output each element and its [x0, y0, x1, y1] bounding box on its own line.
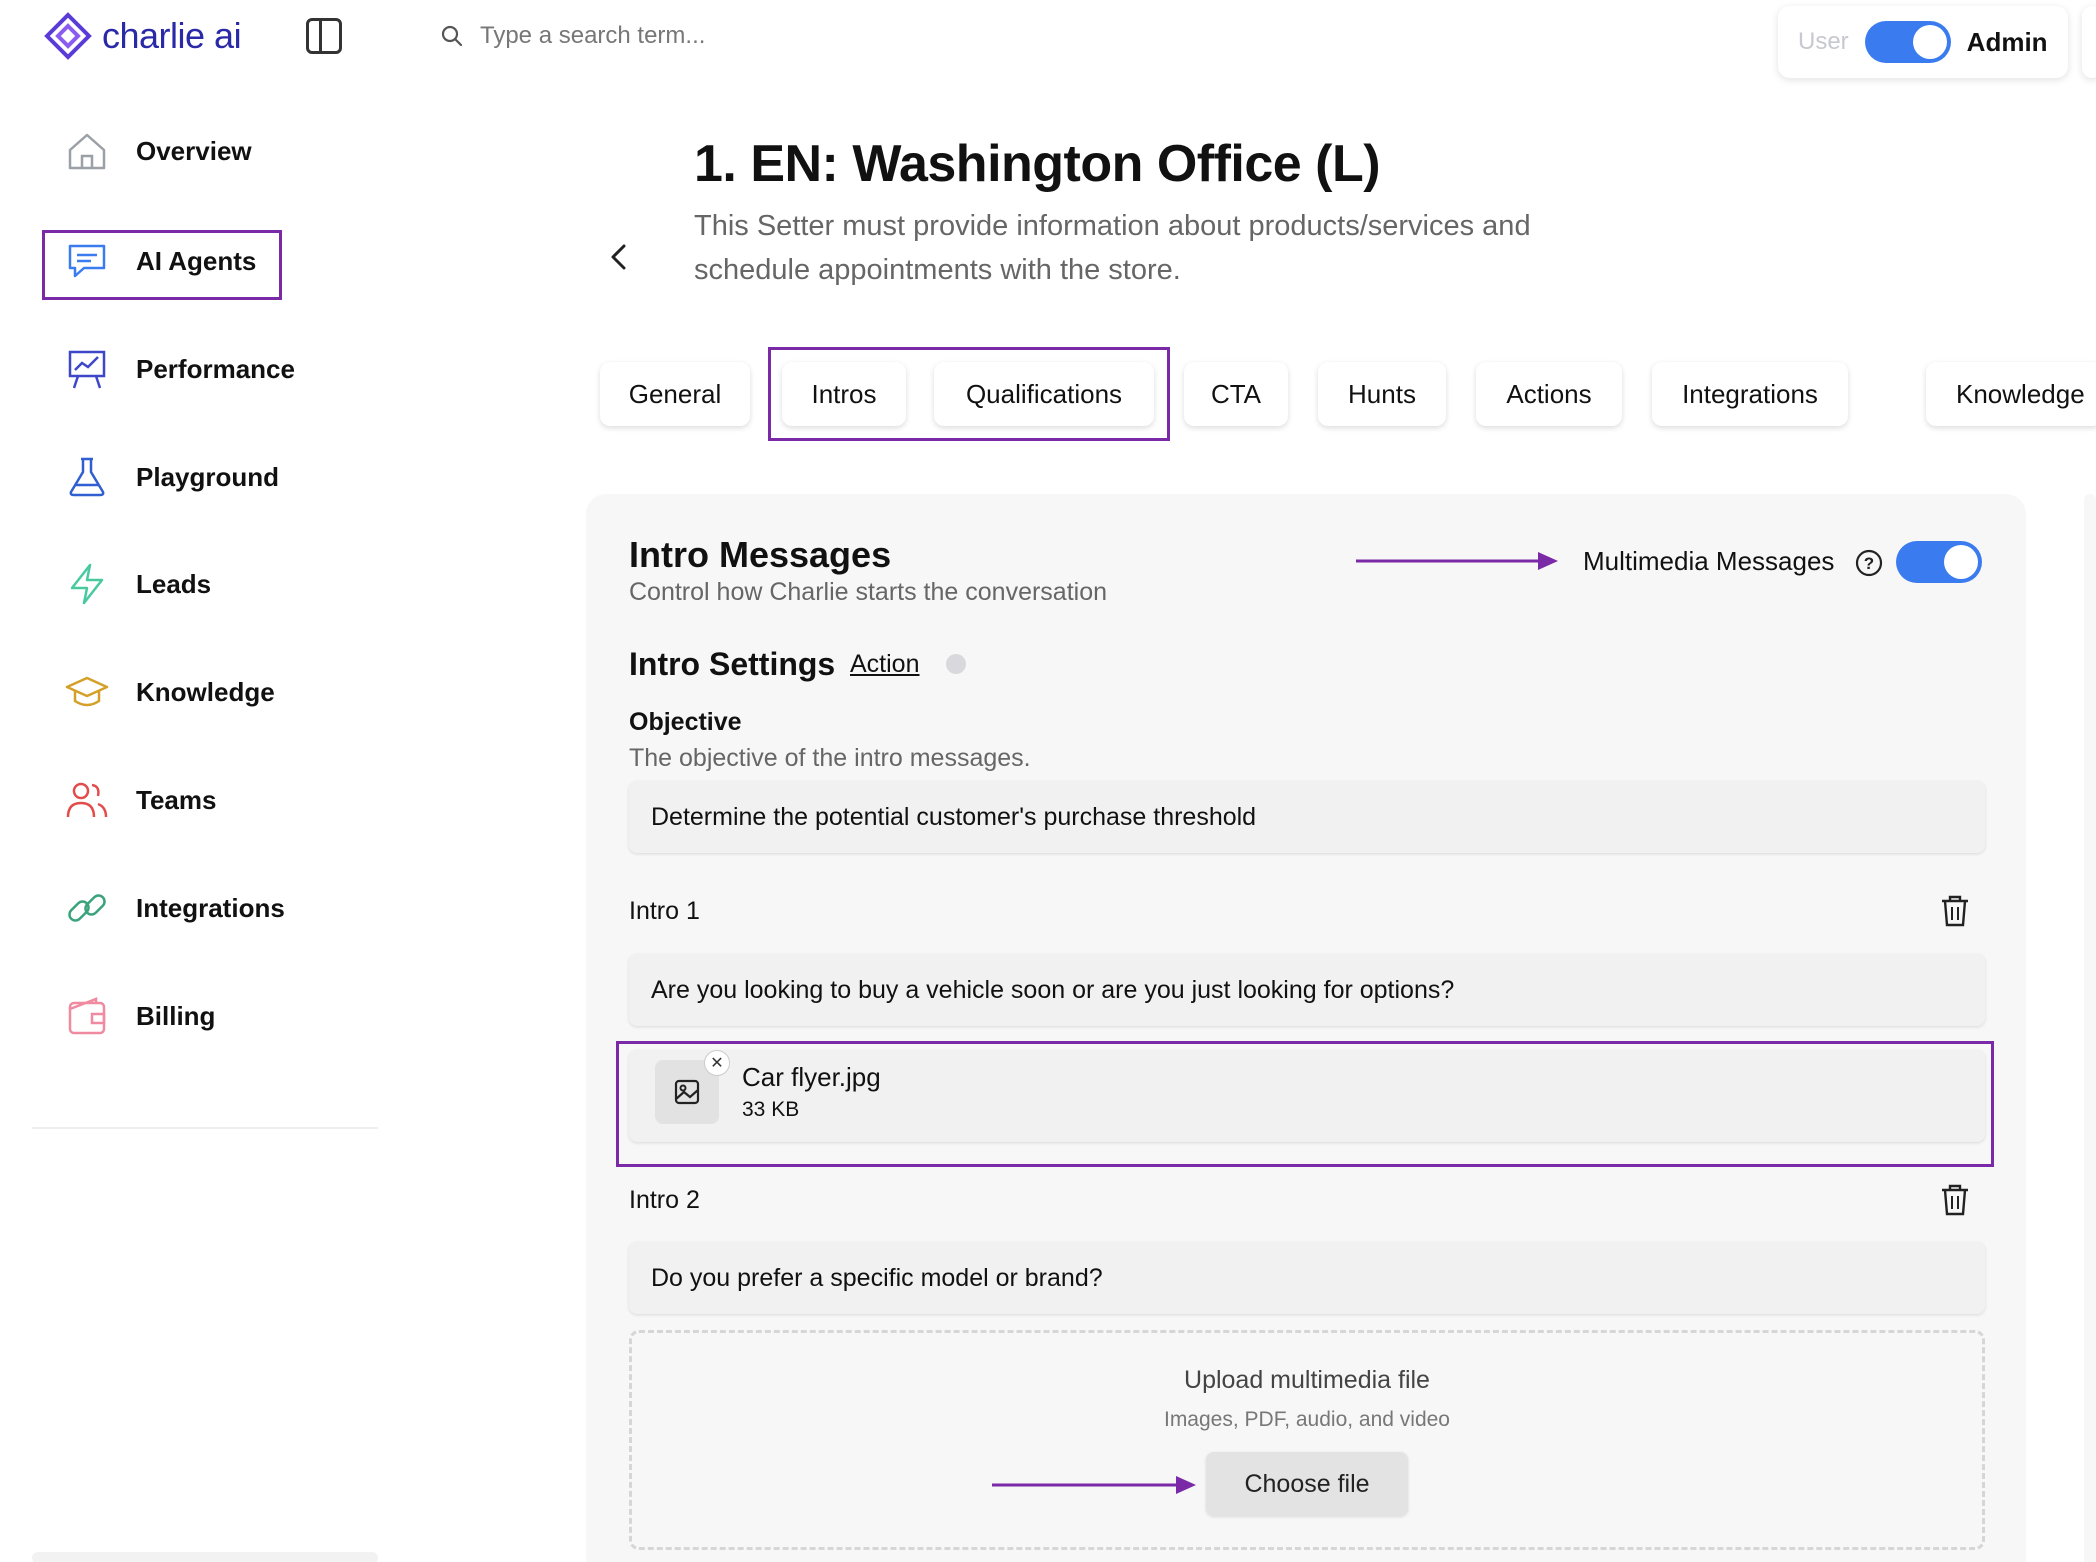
- role-toggle[interactable]: [1864, 21, 1951, 63]
- tab-actions[interactable]: Actions: [1476, 362, 1622, 426]
- action-link[interactable]: Action: [850, 650, 919, 679]
- trash-icon[interactable]: [1940, 894, 1970, 928]
- sidebar-item-label: Integrations: [136, 892, 285, 923]
- choose-file-button[interactable]: Choose file: [1206, 1452, 1408, 1516]
- link-icon: [68, 894, 106, 922]
- sidebar-item-label: Knowledge: [136, 676, 275, 707]
- page-title: 1. EN: Washington Office (L): [694, 135, 1381, 193]
- sidebar-item-performance[interactable]: Performance: [64, 346, 295, 392]
- intro-1-message-field[interactable]: Are you looking to buy a vehicle soon or…: [629, 954, 1985, 1026]
- tabs-highlight: [768, 347, 1170, 441]
- multimedia-messages-label: Multimedia Messages: [1583, 546, 1835, 576]
- intro-2-label: Intro 2: [629, 1186, 700, 1214]
- sidebar-item-billing[interactable]: Billing: [64, 993, 215, 1039]
- tab-integrations[interactable]: Integrations: [1652, 362, 1848, 426]
- intro-messages-title: Intro Messages: [629, 534, 892, 575]
- sidebar-toggle-icon[interactable]: [306, 18, 342, 54]
- sidebar-item-teams[interactable]: Teams: [64, 777, 216, 823]
- intro-2-message-field[interactable]: Do you prefer a specific model or brand?: [629, 1242, 1985, 1314]
- chart-board-icon: [68, 350, 106, 389]
- sidebar-item-label: Overview: [136, 135, 252, 166]
- objective-help-text: The objective of the intro messages.: [629, 744, 1031, 772]
- sidebar-item-label: Leads: [136, 568, 212, 599]
- sidebar-item-label: AI Agents: [136, 245, 257, 276]
- objective-label: Objective: [629, 708, 742, 736]
- search-bar[interactable]: [440, 22, 1140, 50]
- sidebar-bottom-card: [32, 1552, 378, 1562]
- upload-dropzone[interactable]: [629, 1330, 1985, 1550]
- graduation-cap-icon: [65, 676, 109, 707]
- objective-field[interactable]: Determine the potential customer's purch…: [629, 781, 1985, 853]
- back-chevron-icon[interactable]: [606, 244, 632, 270]
- app-logo[interactable]: charlie ai: [44, 12, 242, 60]
- tab-cta[interactable]: CTA: [1184, 362, 1288, 426]
- tab-hunts[interactable]: Hunts: [1318, 362, 1446, 426]
- home-icon: [68, 133, 106, 170]
- search-input[interactable]: [480, 22, 1080, 50]
- multimedia-toggle[interactable]: [1896, 541, 1982, 583]
- tab-general[interactable]: General: [600, 362, 750, 426]
- search-icon: [441, 25, 463, 47]
- status-dot: [946, 654, 966, 674]
- sidebar-item-overview[interactable]: Overview: [64, 128, 252, 174]
- sidebar-item-leads[interactable]: Leads: [64, 561, 211, 607]
- sidebar-item-integrations[interactable]: Integrations: [64, 885, 285, 931]
- upload-title: Upload multimedia file: [1184, 1366, 1430, 1394]
- lightning-icon: [70, 563, 104, 605]
- intro-1-label: Intro 1: [629, 897, 700, 925]
- sidebar-divider: [32, 1127, 378, 1129]
- tab-knowledge[interactable]: Knowledge: [1926, 362, 2096, 426]
- chat-icon: [68, 244, 106, 278]
- annotation-arrow: [1356, 552, 1558, 570]
- side-panel-edge: [2084, 494, 2096, 1562]
- logo-text: charlie ai: [102, 15, 242, 56]
- sidebar-item-knowledge[interactable]: Knowledge: [64, 669, 275, 715]
- page-subtitle: This Setter must provide information abo…: [694, 210, 1531, 286]
- attachment-highlight: [616, 1041, 1994, 1167]
- sidebar-item-playground[interactable]: Playground: [64, 454, 279, 500]
- annotation-arrow: [992, 1476, 1196, 1494]
- charlie-logo-icon: [44, 12, 92, 60]
- sidebar-item-label: Teams: [136, 784, 217, 815]
- wallet-icon: [68, 997, 106, 1035]
- intro-settings-title: Intro Settings: [629, 646, 836, 682]
- top-right-button[interactable]: [2082, 6, 2096, 78]
- sidebar-item-label: Billing: [136, 1000, 216, 1031]
- role-user-label: User: [1798, 28, 1849, 55]
- svg-text:?: ?: [1864, 554, 1874, 573]
- flask-icon: [69, 457, 105, 497]
- sidebar-item-ai-agents[interactable]: AI Agents: [64, 238, 256, 284]
- role-switch[interactable]: User Admin: [1778, 6, 2068, 78]
- sidebar-item-label: Playground: [136, 461, 280, 492]
- trash-icon[interactable]: [1940, 1183, 1970, 1217]
- users-icon: [66, 782, 108, 818]
- sidebar-item-label: Performance: [136, 353, 295, 384]
- intro-messages-subtitle: Control how Charlie starts the conversat…: [629, 578, 1108, 606]
- upload-subtitle: Images, PDF, audio, and video: [1163, 1408, 1450, 1431]
- help-icon[interactable]: ?: [1854, 548, 1884, 578]
- role-admin-label: Admin: [1966, 26, 2048, 57]
